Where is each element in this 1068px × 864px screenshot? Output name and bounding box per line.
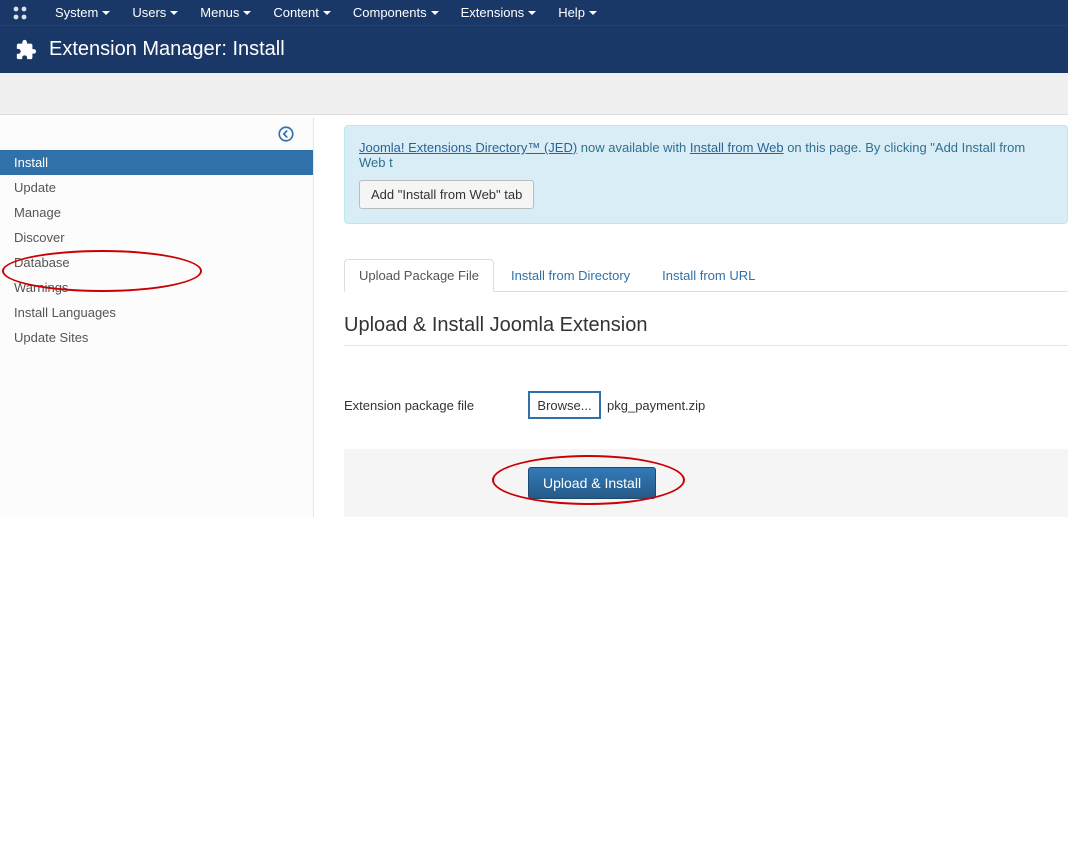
- menu-users[interactable]: Users: [122, 2, 188, 23]
- menu-extensions[interactable]: Extensions: [451, 2, 547, 23]
- top-menu-bar: System Users Menus Content Components Ex…: [0, 0, 1068, 25]
- divider: [344, 345, 1068, 346]
- tabs: Upload Package File Install from Directo…: [344, 259, 1068, 292]
- main-content: Joomla! Extensions Directory™ (JED) now …: [314, 115, 1068, 527]
- browse-button[interactable]: Browse...: [528, 391, 601, 419]
- panel-title: Upload & Install Joomla Extension: [344, 314, 1068, 337]
- sidebar-item-warnings[interactable]: Warnings: [0, 275, 313, 300]
- tab-upload-package-file[interactable]: Upload Package File: [344, 259, 494, 292]
- sidebar-item-install[interactable]: Install: [0, 150, 313, 175]
- selected-filename: pkg_payment.zip: [607, 398, 705, 413]
- sidebar-item-update-sites[interactable]: Update Sites: [0, 325, 313, 350]
- add-install-from-web-button[interactable]: Add "Install from Web" tab: [359, 180, 534, 209]
- toolbar-area: [0, 73, 1068, 115]
- sidebar-item-install-languages[interactable]: Install Languages: [0, 300, 313, 325]
- sidebar-item-manage[interactable]: Manage: [0, 200, 313, 225]
- joomla-logo-icon[interactable]: [10, 3, 30, 23]
- sidebar-item-database[interactable]: Database: [0, 250, 313, 275]
- chevron-down-icon: [589, 11, 597, 15]
- install-from-web-link[interactable]: Install from Web: [690, 140, 784, 155]
- sidebar-item-discover[interactable]: Discover: [0, 225, 313, 250]
- chevron-down-icon: [102, 11, 110, 15]
- collapse-left-icon[interactable]: [277, 125, 295, 146]
- sidebar: Install Update Manage Discover Database …: [0, 117, 314, 517]
- menu-help[interactable]: Help: [548, 2, 607, 23]
- sidebar-item-update[interactable]: Update: [0, 175, 313, 200]
- package-file-label: Extension package file: [344, 398, 528, 413]
- menu-system[interactable]: System: [45, 2, 120, 23]
- jed-link[interactable]: Joomla! Extensions Directory™ (JED): [359, 140, 577, 155]
- upload-install-button[interactable]: Upload & Install: [528, 467, 656, 499]
- menu-content[interactable]: Content: [263, 2, 341, 23]
- action-bar: Upload & Install: [344, 449, 1068, 517]
- chevron-down-icon: [243, 11, 251, 15]
- info-alert: Joomla! Extensions Directory™ (JED) now …: [344, 125, 1068, 224]
- page-header: Extension Manager: Install: [0, 25, 1068, 73]
- menu-menus[interactable]: Menus: [190, 2, 261, 23]
- tab-install-from-directory[interactable]: Install from Directory: [496, 259, 645, 291]
- puzzle-piece-icon: [15, 39, 37, 61]
- chevron-down-icon: [170, 11, 178, 15]
- chevron-down-icon: [323, 11, 331, 15]
- chevron-down-icon: [528, 11, 536, 15]
- chevron-down-icon: [431, 11, 439, 15]
- menu-components[interactable]: Components: [343, 2, 449, 23]
- page-title: Extension Manager: Install: [49, 38, 285, 61]
- form-row-package-file: Extension package file Browse... pkg_pay…: [344, 391, 1068, 419]
- tab-install-from-url[interactable]: Install from URL: [647, 259, 770, 291]
- top-menu: System Users Menus Content Components Ex…: [45, 2, 607, 23]
